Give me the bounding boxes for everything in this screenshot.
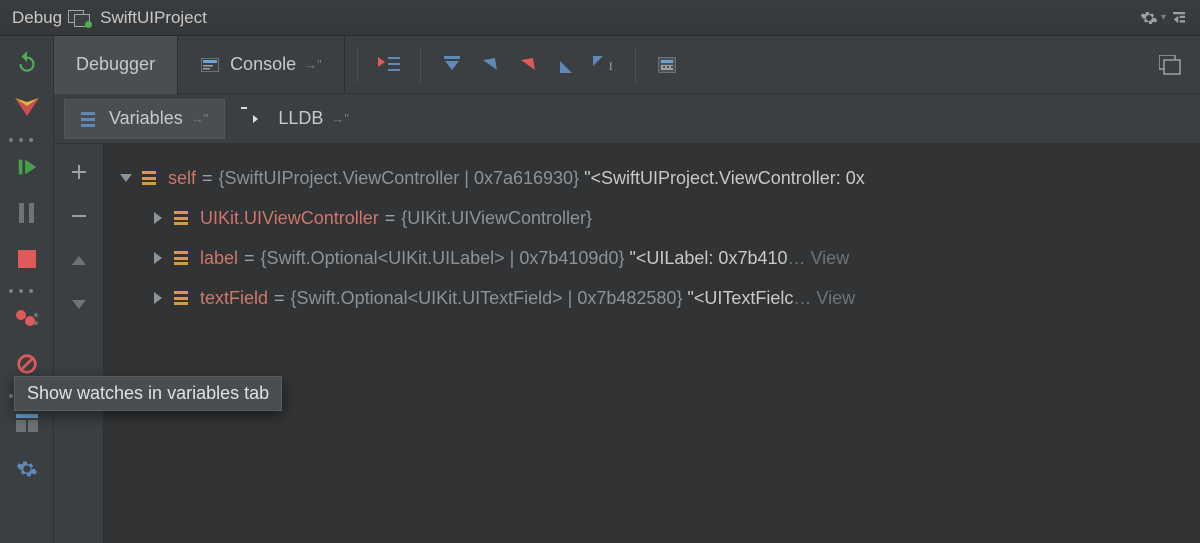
var-type: {Swift.Optional<UIKit.UILabel> | 0x7b410…: [261, 238, 625, 278]
tree-row-self[interactable]: self = {SwiftUIProject.ViewController | …: [110, 158, 1200, 198]
new-watch-icon[interactable]: [65, 158, 93, 186]
var-type: {UIKit.UIViewController}: [401, 198, 592, 238]
remove-watch-icon[interactable]: [65, 202, 93, 230]
force-step-into-icon[interactable]: [513, 50, 543, 80]
disclosure-triangle-icon[interactable]: [120, 174, 132, 182]
step-out-icon[interactable]: [551, 50, 581, 80]
step-over-icon[interactable]: [437, 50, 467, 80]
var-name: label: [200, 238, 238, 278]
disclosure-triangle-icon[interactable]: [154, 252, 162, 264]
tab-console-label: Console: [230, 54, 296, 75]
tree-row-textfield[interactable]: textField = {Swift.Optional<UIKit.UIText…: [110, 278, 1200, 318]
struct-icon: [142, 171, 158, 185]
pin-icon: →": [304, 57, 322, 72]
pause-program-icon[interactable]: [9, 195, 45, 231]
equals-sign: =: [385, 198, 396, 238]
variables-tree[interactable]: self = {SwiftUIProject.ViewController | …: [104, 144, 1200, 543]
var-name: textField: [200, 278, 268, 318]
debug-title-bar: Debug SwiftUIProject ▾: [0, 0, 1200, 36]
rerun-icon[interactable]: [9, 44, 45, 80]
left-action-rail: [0, 36, 54, 543]
pin-icon: →": [331, 111, 349, 126]
struct-icon: [174, 251, 190, 265]
step-into-icon[interactable]: [475, 50, 505, 80]
var-name: UIKit.UIViewController: [200, 198, 379, 238]
run-to-cursor-icon[interactable]: I: [589, 50, 619, 80]
settings-gear-icon[interactable]: ▾: [1140, 5, 1166, 31]
subtab-lldb-label: LLDB: [278, 108, 323, 129]
project-icon: [68, 10, 90, 26]
equals-sign: =: [202, 158, 213, 198]
panel-title: Debug: [12, 8, 62, 28]
var-trail: … View: [788, 238, 850, 278]
move-up-icon[interactable]: [65, 246, 93, 274]
tree-row-label[interactable]: label = {Swift.Optional<UIKit.UILabel> |…: [110, 238, 1200, 278]
variables-pane: self = {SwiftUIProject.ViewController | …: [54, 144, 1200, 543]
restore-layout-icon[interactable]: [1156, 51, 1184, 79]
subtab-lldb[interactable]: LLDB →": [233, 99, 366, 139]
var-desc: "<UITextFielc: [687, 278, 793, 318]
var-name: self: [168, 158, 196, 198]
disclosure-triangle-icon[interactable]: [154, 292, 162, 304]
equals-sign: =: [244, 238, 255, 278]
subtab-variables[interactable]: Variables →": [64, 99, 225, 139]
var-desc: "<UILabel: 0x7b410: [629, 238, 787, 278]
hide-panel-icon[interactable]: [1166, 5, 1192, 31]
pin-icon: →": [191, 111, 209, 126]
stop-program-icon[interactable]: [9, 241, 45, 277]
disclosure-triangle-icon[interactable]: [154, 212, 162, 224]
struct-icon: [174, 211, 190, 225]
debugger-toolbar: Debugger Console →" I: [54, 36, 1200, 94]
struct-icon: [174, 291, 190, 305]
toolbar-separator: [357, 48, 358, 82]
tab-debugger[interactable]: Debugger: [54, 36, 178, 94]
debugger-subtabs: Variables →" LLDB →": [54, 94, 1200, 144]
tree-row-uiviewcontroller[interactable]: UIKit.UIViewController = {UIKit.UIViewCo…: [110, 198, 1200, 238]
swift-build-icon[interactable]: [9, 90, 45, 126]
subtab-variables-label: Variables: [109, 108, 183, 129]
tab-debugger-label: Debugger: [76, 54, 155, 75]
var-type: {SwiftUIProject.ViewController | 0x7a616…: [219, 158, 580, 198]
tab-console[interactable]: Console →": [178, 36, 345, 94]
console-icon: [200, 57, 220, 73]
project-name: SwiftUIProject: [100, 8, 207, 28]
var-trail: … View: [793, 278, 855, 318]
move-down-icon[interactable]: [65, 290, 93, 318]
variables-gutter: [54, 144, 104, 543]
equals-sign: =: [274, 278, 285, 318]
show-execution-point-icon[interactable]: [374, 50, 404, 80]
resume-program-icon[interactable]: [9, 149, 45, 185]
var-type: {Swift.Optional<UIKit.UITextField> | 0x7…: [291, 278, 683, 318]
tooltip-show-watches: Show watches in variables tab: [14, 376, 282, 411]
toolbar-separator: [635, 48, 636, 82]
variables-icon: [81, 112, 99, 126]
view-breakpoints-icon[interactable]: [9, 300, 45, 336]
debug-settings-gear-icon[interactable]: [9, 451, 45, 487]
toolbar-separator: [420, 48, 421, 82]
var-desc: "<SwiftUIProject.ViewController: 0x: [584, 158, 865, 198]
lldb-icon: [250, 112, 268, 126]
evaluate-expression-icon[interactable]: [652, 50, 682, 80]
